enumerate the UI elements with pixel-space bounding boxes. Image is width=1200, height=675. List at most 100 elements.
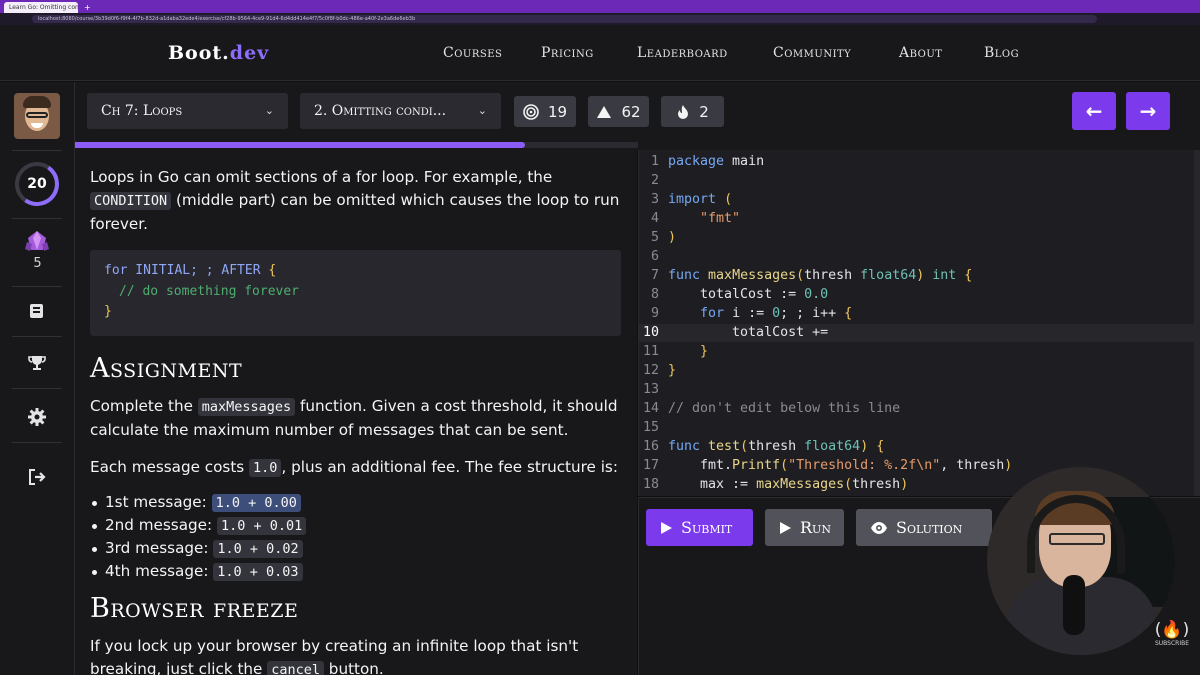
browser-tab[interactable]: Learn Go: Omitting conditi... xyxy=(4,2,78,13)
inline-code: 1.0 + 0.01 xyxy=(216,517,307,535)
intro-paragraph: Loops in Go can omit sections of a for l… xyxy=(90,166,621,236)
next-lesson-button[interactable]: → xyxy=(1126,92,1170,130)
code-brace: } xyxy=(104,304,112,319)
line-number: 1 xyxy=(650,154,659,169)
fee-label: 3rd message: xyxy=(105,539,214,557)
code-editor[interactable]: 1 2 3 4 5 6 7 8 9 10 11 12 13 14 15 16 1… xyxy=(638,150,1200,496)
streak-stat: 62 xyxy=(588,96,649,127)
line-number: 3 xyxy=(650,192,659,207)
inline-code: CONDITION xyxy=(90,192,172,210)
editor-scrollbar[interactable] xyxy=(1194,150,1200,496)
level-progress-ring xyxy=(11,158,63,210)
sidebar-divider xyxy=(12,442,62,443)
lesson-dropdown[interactable]: 2. Omitting condi... ⌄ xyxy=(300,93,501,129)
assignment-heading: Assignment xyxy=(90,353,243,384)
line-number: 13 xyxy=(642,382,659,397)
sidebar-divider xyxy=(12,286,62,287)
settings-icon[interactable] xyxy=(26,406,48,428)
sidebar-divider xyxy=(12,336,62,337)
inline-code: maxMessages xyxy=(197,398,296,416)
url-field[interactable]: localhost:8080/course/3b39d0f6-f9f4-4f7b… xyxy=(32,15,1097,23)
inline-code: 1.0 + 0.03 xyxy=(213,563,303,581)
previous-lesson-button[interactable]: ← xyxy=(1072,92,1116,130)
mountain-icon xyxy=(597,105,612,118)
nav-link-community[interactable]: Community xyxy=(773,45,851,61)
fee-paragraph: Each message costs 1.0, plus an addition… xyxy=(90,456,621,480)
line-number: 8 xyxy=(650,287,659,302)
avatar[interactable] xyxy=(14,93,60,139)
solution-button[interactable]: Solution xyxy=(856,509,992,546)
gem-icon[interactable] xyxy=(24,230,50,252)
nav-link-leaderboard[interactable]: Leaderboard xyxy=(637,45,728,61)
code-line: fmt.Printf("Threshold: %.2f\n", thresh) xyxy=(668,458,1013,473)
subscribe-label: SUBSCRIBE xyxy=(1154,640,1190,647)
top-nav: Boot.dev Courses Pricing Leaderboard Com… xyxy=(0,25,1200,81)
sidebar-divider xyxy=(12,388,62,389)
submit-button[interactable]: Submit xyxy=(646,509,753,546)
lesson-label: 2. Omitting condi... xyxy=(314,103,447,119)
nav-link-pricing[interactable]: Pricing xyxy=(541,45,594,61)
intro-text: Loops in Go can omit sections of a for l… xyxy=(90,168,553,186)
line-number: 15 xyxy=(642,420,659,435)
line-number: 6 xyxy=(650,249,659,264)
xp-stat: 19 xyxy=(514,96,576,127)
logo-accent: dev xyxy=(229,42,270,64)
play-icon xyxy=(661,521,672,534)
inline-code: 1.0 + 0.02 xyxy=(213,540,303,558)
code-brace: { xyxy=(268,263,277,278)
lesson-content: Loops in Go can omit sections of a for l… xyxy=(75,150,637,675)
line-number-active: 10 xyxy=(642,325,659,340)
code-keyword: for xyxy=(104,263,128,278)
microphone xyxy=(1063,575,1085,635)
list-item: 1st message: 1.0 + 0.00 xyxy=(90,491,621,514)
fee-label: 1st message: xyxy=(105,493,212,511)
lesson-progress-bar xyxy=(75,142,525,148)
fee-label: 4th message: xyxy=(105,562,214,580)
nav-link-about[interactable]: About xyxy=(899,45,942,61)
code-line: func maxMessages(thresh float64) int { xyxy=(668,268,973,283)
chapter-dropdown[interactable]: Ch 7: Loops ⌄ xyxy=(87,93,288,129)
chevron-down-icon: ⌄ xyxy=(264,104,274,117)
line-number: 12 xyxy=(642,363,659,378)
logout-icon[interactable] xyxy=(26,466,48,488)
code-line: } xyxy=(700,344,709,359)
streak-count: 62 xyxy=(621,102,641,121)
code-line: totalCost := 0.0 xyxy=(668,287,829,302)
webcam-glasses xyxy=(1049,533,1105,545)
courses-icon[interactable] xyxy=(26,300,48,322)
solution-label: Solution xyxy=(896,518,963,537)
fee-label: 2nd message: xyxy=(105,516,217,534)
eye-icon xyxy=(871,521,887,534)
nav-link-blog[interactable]: Blog xyxy=(984,45,1019,61)
arrow-right-icon: → xyxy=(1139,99,1157,123)
freeze-text-2: button. xyxy=(323,660,384,675)
list-item: 3rd message: 1.0 + 0.02 xyxy=(90,537,621,560)
code-line: for i := 0; ; i++ { xyxy=(700,306,853,321)
code-line-active: totalCost += xyxy=(668,325,829,340)
fire-stat: 2 xyxy=(661,96,724,127)
nav-link-courses[interactable]: Courses xyxy=(443,45,502,61)
subscribe-watermark: (🔥) SUBSCRIBE xyxy=(1152,620,1192,647)
logo-main: Boot. xyxy=(168,42,230,64)
code-line: for INITIAL; ; AFTER { xyxy=(104,261,607,282)
site-logo[interactable]: Boot.dev xyxy=(168,42,269,64)
line-number: 17 xyxy=(642,458,659,473)
gem-count: 5 xyxy=(33,256,42,271)
code-comment: // do something forever xyxy=(119,283,300,299)
avatar-glasses xyxy=(26,112,48,118)
new-tab-button[interactable]: + xyxy=(84,2,91,13)
xp-count: 19 xyxy=(547,102,568,121)
line-number: 16 xyxy=(642,439,659,454)
code-line: func test(thresh float64) { xyxy=(668,439,885,454)
run-button[interactable]: Run xyxy=(765,509,844,546)
fee-text-2: , plus an additional fee. The fee struct… xyxy=(281,458,618,476)
code-line: } xyxy=(104,302,607,323)
app-root: { "browser": { "tab_title": "Learn Go: O… xyxy=(0,0,1200,675)
webcam-overlay xyxy=(987,467,1175,655)
code-line: "fmt" xyxy=(700,211,741,226)
run-label: Run xyxy=(800,518,831,537)
trophy-icon[interactable] xyxy=(26,352,48,374)
avatar-hair xyxy=(23,96,51,108)
code-line: // don't edit below this line xyxy=(668,401,901,416)
inline-code: 1.0 xyxy=(249,459,282,477)
